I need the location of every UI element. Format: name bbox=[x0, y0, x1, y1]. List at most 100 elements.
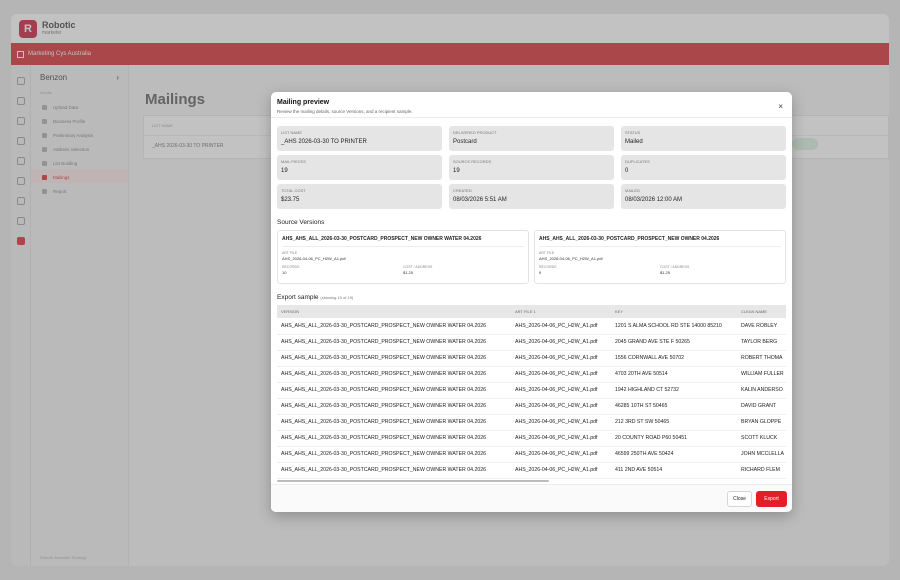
table-row: AHS_AHS_ALL_2026-03-30_POSTCARD_PROSPECT… bbox=[277, 446, 786, 463]
export-sample-table[interactable]: VERSION ART FILE 1 KEY CLEAN NAME AHS_AH… bbox=[277, 305, 786, 481]
table-cell: AHS_2026-04-06_PC_H2W_A1.pdf bbox=[511, 430, 611, 447]
art-file-label: ART FILE bbox=[539, 251, 555, 255]
table-row: AHS_AHS_ALL_2026-03-30_POSTCARD_PROSPECT… bbox=[277, 414, 786, 431]
field-duplicates: DUPLICATES 0 bbox=[621, 155, 786, 180]
export-note: (showing 10 of 19) bbox=[320, 295, 354, 300]
field-label: LIST NAME bbox=[281, 130, 303, 135]
table-cell: AHS_AHS_ALL_2026-03-30_POSTCARD_PROSPECT… bbox=[277, 382, 511, 399]
table-cell: DAVID GRANT bbox=[737, 398, 786, 415]
column-header: ART FILE 1 bbox=[511, 305, 611, 318]
column-header: CLEAN NAME bbox=[737, 305, 786, 318]
close-button[interactable]: Close bbox=[727, 491, 752, 507]
column-header: VERSION bbox=[277, 305, 511, 318]
table-row: AHS_AHS_ALL_2026-03-30_POSTCARD_PROSPECT… bbox=[277, 382, 786, 399]
version-card: AHS_AHS_ALL_2026-03-30_POSTCARD_PROSPECT… bbox=[277, 230, 529, 284]
field-source-records: SOURCE RECORDS 19 bbox=[449, 155, 614, 180]
field-value: Mailed bbox=[625, 139, 643, 145]
table-cell: AHS_2026-04-06_PC_H2W_A1.pdf bbox=[511, 382, 611, 399]
field-value: 0 bbox=[625, 168, 629, 174]
field-list-name: LIST NAME _AHS 2026-03-30 TO PRINTER bbox=[277, 126, 442, 151]
table-cell: 1942 HIGHLAND CT 52732 bbox=[611, 382, 737, 399]
records-stat: RECORDS 10 bbox=[282, 261, 403, 275]
export-button[interactable]: Export bbox=[756, 491, 787, 507]
cost-stat: COST / ADDRESS $1.25 bbox=[660, 261, 781, 275]
table-cell: TAYLOR BERG bbox=[737, 334, 786, 351]
cost-label: COST / ADDRESS bbox=[403, 265, 433, 269]
table-cell: AHS_2026-04-06_PC_H2W_A1.pdf bbox=[511, 446, 611, 463]
table-row: AHS_AHS_ALL_2026-03-30_POSTCARD_PROSPECT… bbox=[277, 366, 786, 383]
field-value: 08/03/2026 5:51 AM bbox=[453, 197, 507, 203]
field-created: CREATED 08/03/2026 5:51 AM bbox=[449, 184, 614, 209]
export-title-text: Export sample bbox=[277, 294, 319, 301]
table-cell: 2045 GRAND AVE STE F 50265 bbox=[611, 334, 737, 351]
version-name: AHS_AHS_ALL_2026-03-30_POSTCARD_PROSPECT… bbox=[539, 236, 781, 247]
versions-title: Source Versions bbox=[277, 219, 325, 226]
field-value: 19 bbox=[453, 168, 460, 174]
close-icon[interactable]: × bbox=[778, 102, 783, 111]
records-value: 10 bbox=[282, 270, 287, 275]
table-cell: AHS_AHS_ALL_2026-03-30_POSTCARD_PROSPECT… bbox=[277, 430, 511, 447]
art-file-label: ART FILE bbox=[282, 251, 298, 255]
mailing-preview-dialog: Mailing preview Review the mailing detai… bbox=[271, 92, 792, 512]
table-cell: BRYAN GLOPPE bbox=[737, 414, 786, 431]
version-card: AHS_AHS_ALL_2026-03-30_POSTCARD_PROSPECT… bbox=[534, 230, 786, 284]
field-label: MAIL PIECES bbox=[281, 159, 306, 164]
field-label: STATUS bbox=[625, 130, 641, 135]
field-status: STATUS Mailed bbox=[621, 126, 786, 151]
table-row: AHS_AHS_ALL_2026-03-30_POSTCARD_PROSPECT… bbox=[277, 334, 786, 351]
field-mailed: MAILED 08/03/2026 12:00 AM bbox=[621, 184, 786, 209]
field-value: 08/03/2026 12:00 AM bbox=[625, 197, 683, 203]
table-cell: KALIN ANDERSO bbox=[737, 382, 786, 399]
horizontal-scrollbar[interactable] bbox=[277, 480, 549, 482]
field-label: CREATED bbox=[453, 188, 472, 193]
dialog-footer: Close Export bbox=[271, 484, 792, 512]
field-delivered-product: DELIVERED PRODUCT Postcard bbox=[449, 126, 614, 151]
table-cell: 411 2ND AVE 50514 bbox=[611, 462, 737, 479]
records-value: 9 bbox=[539, 270, 542, 275]
table-cell: AHS_AHS_ALL_2026-03-30_POSTCARD_PROSPECT… bbox=[277, 398, 511, 415]
table-cell: AHS_2026-04-06_PC_H2W_A1.pdf bbox=[511, 334, 611, 351]
table-cell: AHS_AHS_ALL_2026-03-30_POSTCARD_PROSPECT… bbox=[277, 446, 511, 463]
table-row: AHS_AHS_ALL_2026-03-30_POSTCARD_PROSPECT… bbox=[277, 398, 786, 415]
records-stat: RECORDS 9 bbox=[539, 261, 660, 275]
table-cell: AHS_2026-04-06_PC_H2W_A1.pdf bbox=[511, 366, 611, 383]
field-value: Postcard bbox=[453, 139, 477, 145]
field-value: _AHS 2026-03-30 TO PRINTER bbox=[281, 139, 367, 145]
table-cell: ROBERT THOMA bbox=[737, 350, 786, 367]
table-cell: AHS_2026-04-06_PC_H2W_A1.pdf bbox=[511, 414, 611, 431]
field-total-cost: TOTAL COST $23.75 bbox=[277, 184, 442, 209]
field-value: $23.75 bbox=[281, 197, 300, 203]
field-label: DELIVERED PRODUCT bbox=[453, 130, 497, 135]
version-stats: RECORDS 9 COST / ADDRESS $1.25 bbox=[539, 261, 781, 275]
table-cell: AHS_2026-04-06_PC_H2W_A1.pdf bbox=[511, 318, 611, 335]
table-header-row: VERSION ART FILE 1 KEY CLEAN NAME bbox=[277, 305, 786, 318]
table-cell: DAVE ROBLEY bbox=[737, 318, 786, 335]
table-cell: AHS_2026-04-06_PC_H2W_A1.pdf bbox=[511, 462, 611, 479]
table-cell: 4703 20TH AVE 50514 bbox=[611, 366, 737, 383]
table-row: AHS_AHS_ALL_2026-03-30_POSTCARD_PROSPECT… bbox=[277, 318, 786, 335]
table-cell: AHS_2026-04-06_PC_H2W_A1.pdf bbox=[511, 350, 611, 367]
field-label: TOTAL COST bbox=[281, 188, 306, 193]
export-title: Export sample (showing 10 of 19) bbox=[277, 294, 353, 301]
cost-label: COST / ADDRESS bbox=[660, 265, 690, 269]
table-cell: AHS_AHS_ALL_2026-03-30_POSTCARD_PROSPECT… bbox=[277, 350, 511, 367]
table-cell: 212 3RD ST SW 50465 bbox=[611, 414, 737, 431]
table-cell: 1556 CORNWALL AVE 50702 bbox=[611, 350, 737, 367]
table-cell: 20 COUNTY ROAD P60 50451 bbox=[611, 430, 737, 447]
field-mail-pieces: MAIL PIECES 19 bbox=[277, 155, 442, 180]
cost-value: $1.25 bbox=[403, 270, 414, 275]
table-cell: AHS_AHS_ALL_2026-03-30_POSTCARD_PROSPECT… bbox=[277, 414, 511, 431]
cost-value: $1.25 bbox=[660, 270, 671, 275]
table-cell: AHS_AHS_ALL_2026-03-30_POSTCARD_PROSPECT… bbox=[277, 318, 511, 335]
table-cell: AHS_AHS_ALL_2026-03-30_POSTCARD_PROSPECT… bbox=[277, 462, 511, 479]
table-cell: AHS_AHS_ALL_2026-03-30_POSTCARD_PROSPECT… bbox=[277, 334, 511, 351]
records-label: RECORDS bbox=[282, 265, 300, 269]
mailing-details: LIST NAME _AHS 2026-03-30 TO PRINTER DELI… bbox=[277, 126, 786, 209]
source-versions: AHS_AHS_ALL_2026-03-30_POSTCARD_PROSPECT… bbox=[277, 230, 786, 284]
field-label: DUPLICATES bbox=[625, 159, 650, 164]
dialog-subtitle: Review the mailing details, source Versi… bbox=[277, 109, 413, 114]
table-cell: WILLIAM FULLER bbox=[737, 366, 786, 383]
table-cell: AHS_AHS_ALL_2026-03-30_POSTCARD_PROSPECT… bbox=[277, 366, 511, 383]
table-cell: 1201 S ALMA SCHOOL RD STE 14000 85210 bbox=[611, 318, 737, 335]
table-cell: 46285 10TH ST 50465 bbox=[611, 398, 737, 415]
